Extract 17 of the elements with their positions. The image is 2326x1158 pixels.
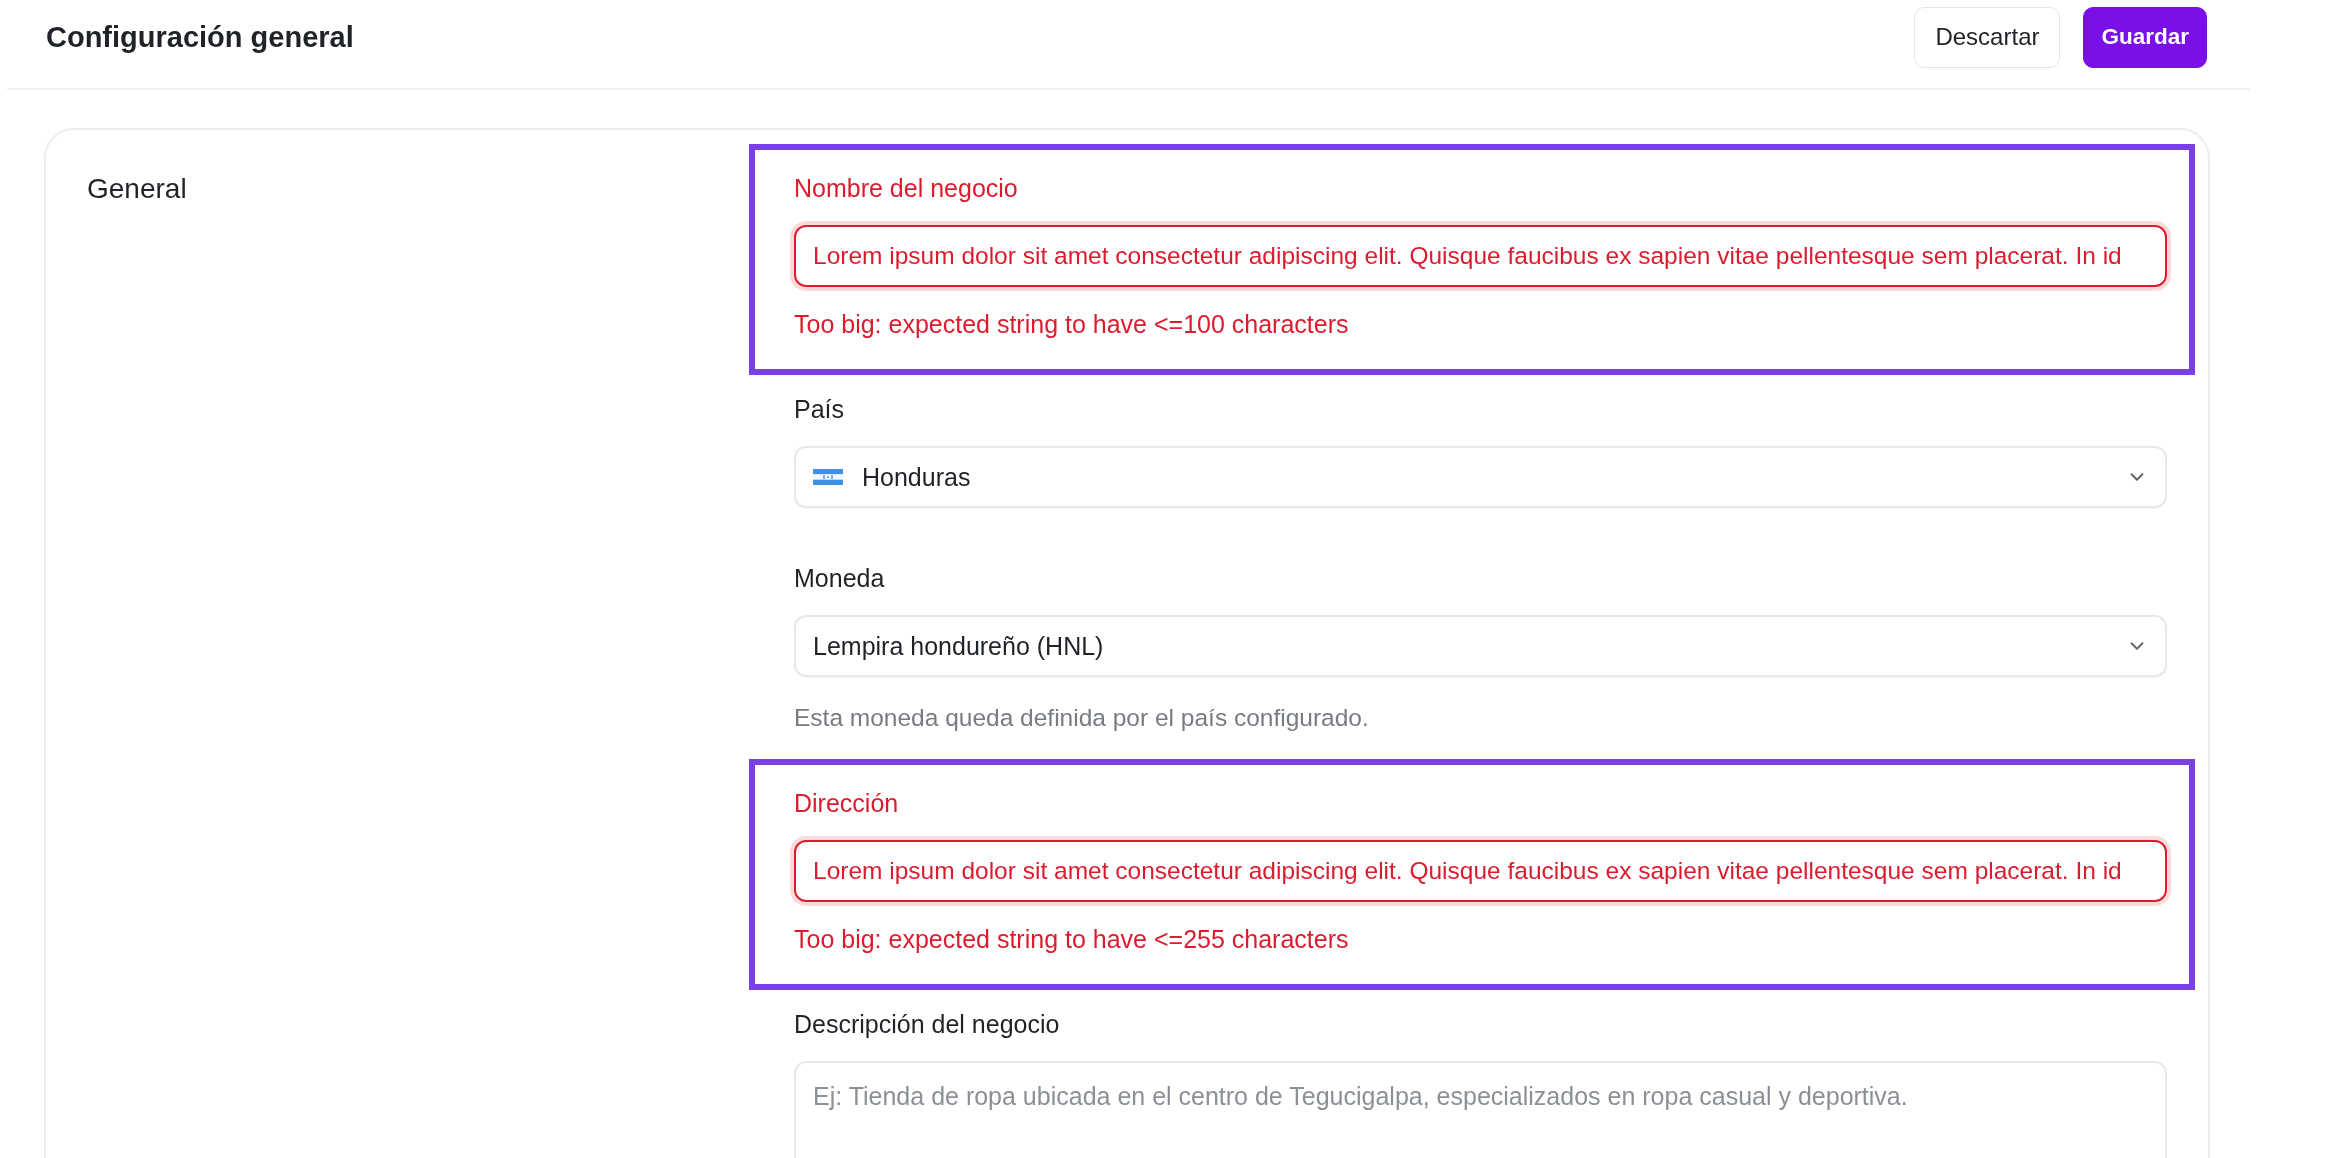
helper-text: Esta moneda queda definida por el país configurado. [794, 703, 1370, 733]
field-label: País [794, 394, 846, 424]
page-title: Configuración general [46, 20, 354, 54]
field-label: Nombre del negocio [794, 173, 1019, 203]
section-title: General [87, 173, 187, 205]
field-label: Moneda [794, 563, 886, 593]
flag-icon [813, 469, 843, 485]
discard-button[interactable]: Descartar [1914, 6, 2061, 68]
error-message: Too big: expected string to have <=100 characters [794, 309, 1350, 339]
select-value: Honduras [862, 462, 971, 492]
select-field[interactable]: Honduras [794, 446, 2167, 508]
save-button[interactable]: Guardar [2083, 6, 2207, 68]
select-value: Lempira hondureño (HNL) [813, 631, 1104, 661]
error-message: Too big: expected string to have <=255 characters [794, 924, 1350, 954]
select-field[interactable]: Lempira hondureño (HNL) [794, 615, 2167, 677]
field-label: Descripción del negocio [794, 1009, 1061, 1039]
field-label: Dirección [794, 788, 900, 818]
